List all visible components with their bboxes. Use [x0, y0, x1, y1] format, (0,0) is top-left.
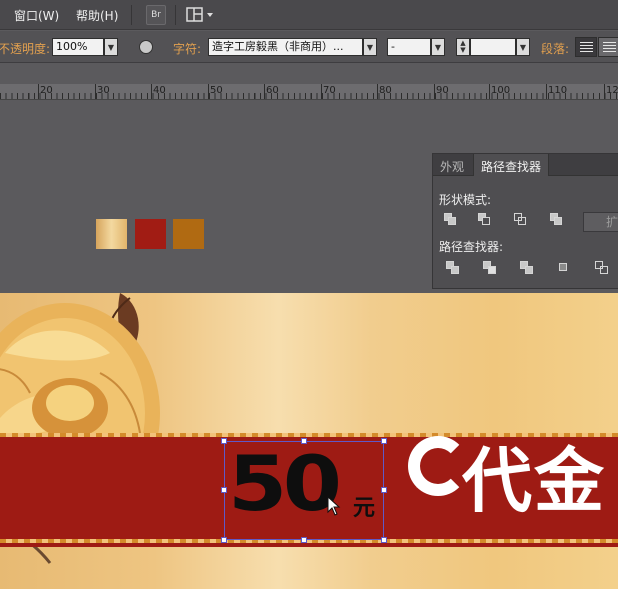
opacity-dropdown[interactable]: ▼: [104, 38, 118, 56]
ruler-major-tick: [38, 84, 39, 99]
workspace-layout-icon: [186, 7, 213, 22]
selection-handle[interactable]: [381, 487, 387, 493]
tab-appearance[interactable]: 外观: [433, 154, 471, 176]
ruler-label: 80: [379, 85, 392, 96]
menu-help[interactable]: 帮助(H): [76, 7, 118, 24]
expand-button[interactable]: 扩: [583, 212, 618, 232]
opacity-field[interactable]: 100%: [52, 38, 104, 56]
divide-button[interactable]: [446, 261, 462, 277]
merge-icon-part: [525, 266, 533, 274]
coupon-swirl-ornament: [408, 436, 468, 496]
ruler-major-tick: [321, 84, 322, 99]
menu-separator: [131, 5, 132, 25]
intersect-icon-part: [518, 217, 526, 225]
canvas-top-margin: [0, 64, 618, 84]
swatch-brown-orange[interactable]: [173, 219, 204, 249]
menu-window[interactable]: 窗口(W): [14, 7, 59, 24]
divide-icon-part: [451, 266, 459, 274]
font-size-dropdown[interactable]: ▼: [516, 38, 530, 56]
ruler-label: 90: [436, 85, 449, 96]
exclude-icon-part: [554, 217, 562, 225]
bridge-button[interactable]: Br: [146, 5, 166, 25]
ruler-major-tick: [546, 84, 547, 99]
crop-button[interactable]: [557, 261, 573, 277]
merge-button[interactable]: [520, 261, 536, 277]
paragraph-label: 段落:: [541, 42, 570, 56]
ruler-label: 100: [491, 85, 511, 96]
ruler-major-tick: [489, 84, 490, 99]
align-center-icon: [603, 42, 616, 52]
opacity-label: 不透明度:: [0, 42, 51, 56]
selection-handle[interactable]: [381, 537, 387, 543]
coupon-title: 代金: [462, 440, 606, 522]
ruler-major-tick: [604, 84, 605, 99]
mouse-pointer-icon: [327, 496, 341, 516]
unite-button[interactable]: [444, 213, 460, 229]
ruler-major-tick: [377, 84, 378, 99]
ruler-major-tick: [151, 84, 152, 99]
ruler-label: 30: [97, 85, 110, 96]
selection-handle[interactable]: [221, 438, 227, 444]
selection-handle[interactable]: [221, 537, 227, 543]
ruler-major-tick: [95, 84, 96, 99]
ruler-label: 110: [548, 85, 568, 96]
arrange-documents-button[interactable]: [186, 6, 216, 24]
intersect-button[interactable]: [514, 213, 530, 229]
trim-button[interactable]: [483, 261, 499, 277]
font-size-field[interactable]: [470, 38, 516, 56]
align-left-icon: [580, 42, 593, 52]
align-left-button[interactable]: [575, 37, 597, 57]
recolor-artwork-icon[interactable]: [139, 40, 153, 54]
outline-button[interactable]: [595, 261, 611, 277]
character-label: 字符:: [173, 42, 202, 56]
ruler-major-tick: [208, 84, 209, 99]
shape-modes-label: 形状模式:: [439, 193, 492, 207]
selection-bounding-box[interactable]: [224, 441, 384, 540]
swatch-gold-gradient[interactable]: [96, 219, 127, 249]
tab-pathfinder[interactable]: 路径查找器: [473, 154, 550, 176]
control-bar: 不透明度: 100% ▼ 字符: 造字工房毅黑（非商用）... ▼ - ▼ ▲ ▼…: [0, 31, 618, 63]
ruler-major-tick: [434, 84, 435, 99]
ruler-label: 50: [210, 85, 223, 96]
pathfinders-label: 路径查找器:: [439, 240, 504, 254]
menu-separator: [175, 5, 176, 25]
selection-handle[interactable]: [301, 438, 307, 444]
selection-handle[interactable]: [221, 487, 227, 493]
font-family-field[interactable]: 造字工房毅黑（非商用）...: [208, 38, 363, 56]
unite-icon-part: [448, 217, 456, 225]
panel-tab-bar: 外观 路径查找器: [433, 154, 618, 176]
ruler-label: 20: [40, 85, 53, 96]
ruler-ticks: [0, 93, 618, 99]
ruler-label: 12: [606, 85, 618, 96]
align-center-button[interactable]: [598, 37, 618, 57]
font-size-stepper[interactable]: ▲ ▼: [456, 38, 470, 56]
ruler-label: 70: [323, 85, 336, 96]
exclude-button[interactable]: [550, 213, 566, 229]
pathfinder-panel: 外观 路径查找器 形状模式: 扩 路径查找器:: [432, 153, 618, 289]
menu-bar: 窗口(W) 帮助(H) Br: [0, 0, 618, 30]
ruler-label: 40: [153, 85, 166, 96]
ruler-major-tick: [264, 84, 265, 99]
minus-front-icon-part: [482, 217, 490, 225]
selection-handle[interactable]: [381, 438, 387, 444]
ruler-label: 60: [266, 85, 279, 96]
font-style-dropdown[interactable]: ▼: [431, 38, 445, 56]
outline-icon-part: [600, 266, 608, 274]
horizontal-ruler[interactable]: 20 30 40 50 60 70 80 90 100 110 12: [0, 84, 618, 100]
trim-icon-part: [488, 266, 496, 274]
minus-front-button[interactable]: [478, 213, 494, 229]
crop-icon: [559, 263, 567, 271]
artboard[interactable]: 代金 50 元: [0, 293, 618, 589]
font-family-dropdown[interactable]: ▼: [363, 38, 377, 56]
swatch-dark-red[interactable]: [135, 219, 166, 249]
selection-handle[interactable]: [301, 537, 307, 543]
font-style-field[interactable]: -: [387, 38, 431, 56]
